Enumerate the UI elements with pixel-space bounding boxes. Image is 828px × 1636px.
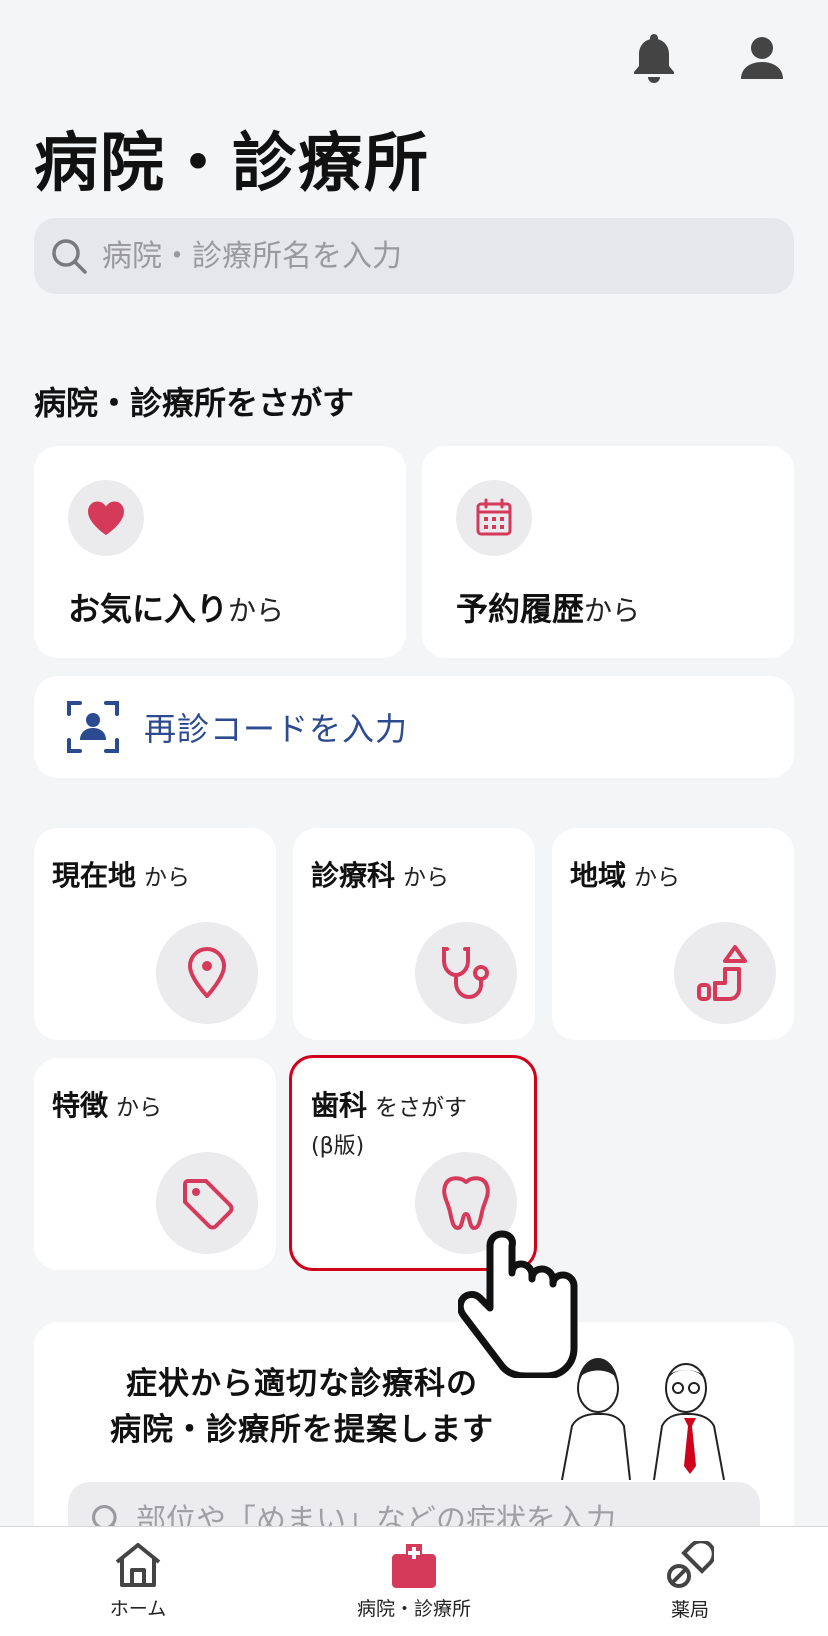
nav-item-pharmacy[interactable]: 薬局 <box>590 1541 790 1622</box>
tile-title-strong: 歯科 <box>311 1089 368 1122</box>
hospital-search-input[interactable] <box>102 238 742 274</box>
tile-title-strong: 現在地 <box>52 859 137 892</box>
tile-department[interactable]: 診療科 から <box>293 828 535 1040</box>
user-scan-icon <box>67 701 119 753</box>
user-icon[interactable] <box>734 30 790 86</box>
reservation-history-card[interactable]: 予約履歴から <box>422 446 794 658</box>
revisit-code-button[interactable]: 再診コードを入力 <box>34 676 794 778</box>
tile-title-strong: 地域 <box>570 859 627 892</box>
nav-item-home[interactable]: ホーム <box>38 1542 238 1621</box>
location-pin-icon <box>156 922 258 1024</box>
tag-icon <box>156 1152 258 1254</box>
stethoscope-icon <box>415 922 517 1024</box>
favorites-label-strong: お気に入り <box>68 590 229 628</box>
tile-title: 地域 から <box>570 854 680 894</box>
tile-title-suffix: から <box>144 865 191 891</box>
revisit-code-label: 再診コードを入力 <box>144 710 409 748</box>
tile-title-suffix: から <box>403 865 450 891</box>
hospital-search-bar[interactable] <box>34 218 794 294</box>
history-label-strong: 予約履歴 <box>456 590 585 628</box>
pointer-hand-icon <box>456 1228 588 1382</box>
favorites-label: お気に入りから <box>68 584 284 630</box>
hospital-icon <box>392 1544 436 1588</box>
tile-features[interactable]: 特徴 から <box>34 1058 276 1270</box>
tile-title-suffix: から <box>116 1095 163 1121</box>
tile-title-strong: 診療科 <box>311 859 396 892</box>
map-region-icon <box>674 922 776 1024</box>
page-title: 病院・診療所 <box>34 127 430 201</box>
suggestion-heading-line1: 症状から適切な診療科の <box>126 1366 478 1402</box>
history-label-suffix: から <box>584 594 641 627</box>
tile-title-suffix: から <box>634 865 681 891</box>
nav-item-label: 病院・診療所 <box>356 1598 471 1620</box>
tile-title: 歯科 をさがす <box>311 1084 467 1124</box>
tile-region[interactable]: 地域 から <box>552 828 794 1040</box>
history-label: 予約履歴から <box>456 584 640 630</box>
suggestion-heading-line2: 病院・診療所を提案します <box>110 1412 494 1448</box>
favorites-label-suffix: から <box>228 594 285 627</box>
pill-icon <box>667 1541 714 1588</box>
heart-icon <box>68 480 144 556</box>
calendar-icon <box>456 480 532 556</box>
header-actions <box>626 30 790 86</box>
nav-item-hospital[interactable]: 病院・診療所 <box>314 1542 514 1621</box>
beta-badge: (β版) <box>311 1134 365 1159</box>
tile-title: 診療科 から <box>311 854 449 894</box>
bottom-navigation: ホーム 病院・診療所 薬局 <box>0 1526 828 1636</box>
tile-title-strong: 特徴 <box>52 1089 109 1122</box>
search-icon <box>52 239 87 274</box>
bell-icon[interactable] <box>626 30 682 86</box>
nav-item-label: 薬局 <box>670 1599 709 1621</box>
tile-title-suffix: をさがす <box>375 1095 468 1121</box>
nav-item-label: ホーム <box>109 1598 167 1620</box>
favorites-card[interactable]: お気に入りから <box>34 446 406 658</box>
tile-current-location[interactable]: 現在地 から <box>34 828 276 1040</box>
tile-title: 特徴 から <box>52 1084 162 1124</box>
section-title: 病院・診療所をさがす <box>34 384 355 422</box>
home-icon <box>115 1543 161 1587</box>
tile-title: 現在地 から <box>52 854 190 894</box>
